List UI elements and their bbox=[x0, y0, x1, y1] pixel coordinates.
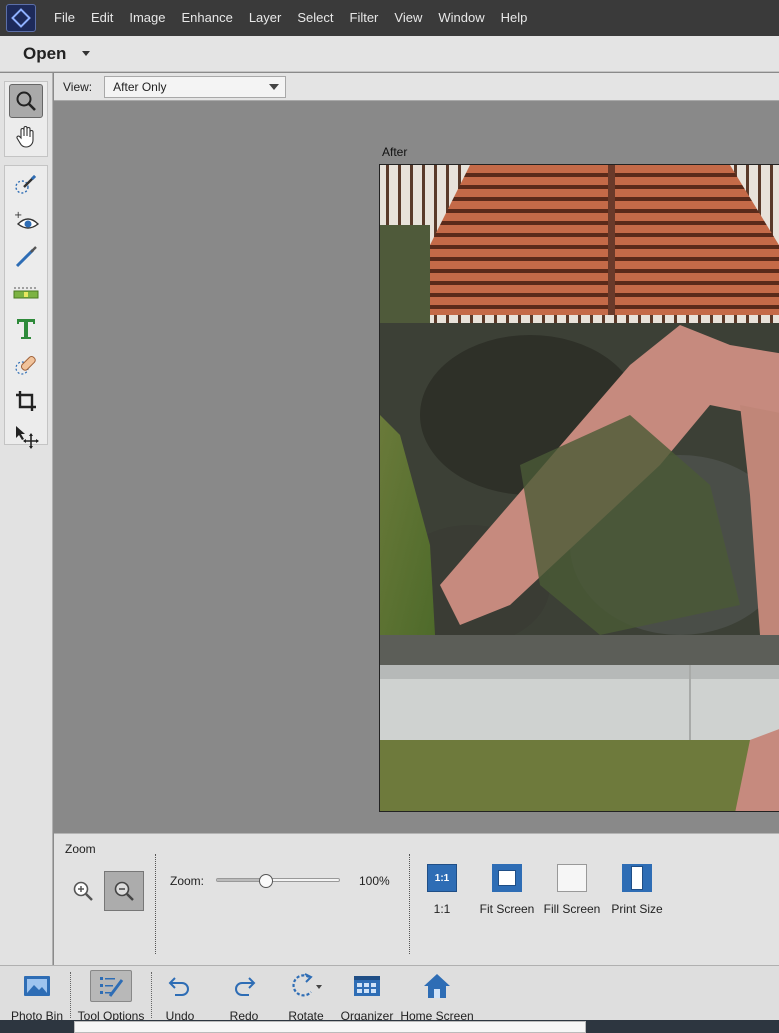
fill-screen-icon bbox=[557, 864, 587, 892]
fit-screen-label: Fit Screen bbox=[479, 902, 535, 916]
zoom-tool-icon[interactable] bbox=[9, 84, 43, 118]
zoom-out-button[interactable] bbox=[104, 871, 144, 911]
fit-screen-button[interactable]: Fit Screen bbox=[472, 864, 542, 916]
menu-help[interactable]: Help bbox=[493, 0, 536, 36]
divider bbox=[151, 972, 152, 1018]
view-select[interactable]: After Only bbox=[104, 75, 287, 98]
zoom-out-icon bbox=[114, 881, 134, 901]
zoom-slider-thumb[interactable] bbox=[258, 874, 273, 888]
rotate-button[interactable]: Rotate bbox=[282, 970, 330, 1023]
after-label: After bbox=[382, 145, 408, 159]
menu-filter[interactable]: Filter bbox=[342, 0, 387, 36]
panel-title: Zoom bbox=[65, 842, 96, 856]
view-label: View: bbox=[63, 79, 93, 94]
document-photo[interactable] bbox=[379, 164, 779, 812]
redo-icon bbox=[220, 970, 268, 1002]
home-screen-button[interactable]: Home Screen bbox=[400, 970, 474, 1023]
menu-file[interactable]: File bbox=[46, 0, 83, 36]
spot-healing-tool-icon[interactable] bbox=[9, 348, 43, 382]
photo-bin-button[interactable]: Photo Bin bbox=[6, 970, 68, 1023]
canvas-area: After bbox=[54, 102, 779, 833]
menu-image[interactable]: Image bbox=[121, 0, 173, 36]
photo-bin-icon bbox=[6, 970, 68, 1002]
straighten-tool-icon[interactable] bbox=[9, 276, 43, 310]
fill-screen-label: Fill Screen bbox=[543, 902, 601, 916]
menu-window[interactable]: Window bbox=[430, 0, 492, 36]
zoom-value: 100% bbox=[359, 874, 390, 888]
one-to-one-label: 1:1 bbox=[433, 902, 451, 916]
quick-selection-tool-icon[interactable] bbox=[9, 168, 43, 202]
tools-panel: + bbox=[0, 73, 53, 965]
mode-bar: Open bbox=[0, 36, 779, 72]
tool-options-panel: Zoom Zoom: 100% 1:1 1:1 Fit Screen Fill … bbox=[54, 833, 779, 965]
zoom-in-button[interactable] bbox=[63, 871, 103, 911]
open-menu-button[interactable]: Open bbox=[23, 44, 66, 64]
fit-screen-icon bbox=[492, 864, 522, 892]
svg-text:+: + bbox=[14, 210, 22, 221]
menu-enhance[interactable]: Enhance bbox=[174, 0, 241, 36]
status-field bbox=[74, 1021, 586, 1033]
zoom-in-icon bbox=[73, 881, 93, 901]
rotate-icon bbox=[282, 970, 330, 1002]
menu-view[interactable]: View bbox=[386, 0, 430, 36]
menu-bar: File Edit Image Enhance Layer Select Fil… bbox=[0, 0, 779, 36]
red-eye-tool-icon[interactable]: + bbox=[9, 204, 43, 238]
tool-options-icon bbox=[90, 970, 132, 1002]
hand-tool-icon[interactable] bbox=[9, 120, 43, 154]
print-size-label: Print Size bbox=[611, 902, 663, 916]
whiten-teeth-tool-icon[interactable] bbox=[9, 240, 43, 274]
view-bar: View: After Only bbox=[54, 73, 779, 101]
edit-tools-group: + bbox=[4, 165, 48, 449]
elements-logo-icon[interactable] bbox=[6, 4, 36, 32]
menu-layer[interactable]: Layer bbox=[241, 0, 290, 36]
chevron-down-icon bbox=[269, 83, 280, 90]
organizer-button[interactable]: Organizer bbox=[338, 970, 396, 1023]
print-size-button[interactable]: Print Size bbox=[602, 864, 672, 916]
fill-screen-button[interactable]: Fill Screen bbox=[537, 864, 607, 916]
type-tool-icon[interactable] bbox=[9, 312, 43, 346]
home-icon bbox=[400, 970, 474, 1002]
print-size-icon bbox=[622, 864, 652, 892]
view-select-value: After Only bbox=[113, 79, 167, 94]
menu-select[interactable]: Select bbox=[289, 0, 341, 36]
move-tool-icon[interactable] bbox=[9, 420, 43, 454]
zoom-label: Zoom: bbox=[170, 874, 205, 888]
bottom-taskbar: Photo Bin Tool Options Undo Redo Rotate … bbox=[0, 965, 779, 1023]
one-to-one-button[interactable]: 1:1 1:1 bbox=[407, 864, 477, 916]
divider bbox=[155, 854, 156, 954]
organizer-icon bbox=[338, 970, 396, 1002]
chevron-down-icon[interactable] bbox=[82, 51, 91, 56]
divider bbox=[70, 972, 71, 1018]
one-to-one-icon: 1:1 bbox=[427, 864, 457, 892]
menu-edit[interactable]: Edit bbox=[83, 0, 121, 36]
zoom-slider[interactable] bbox=[216, 874, 340, 888]
view-tools-group bbox=[4, 81, 48, 157]
crop-tool-icon[interactable] bbox=[9, 384, 43, 418]
redo-button[interactable]: Redo bbox=[220, 970, 268, 1023]
undo-icon bbox=[156, 970, 204, 1002]
undo-button[interactable]: Undo bbox=[156, 970, 204, 1023]
tool-options-button[interactable]: Tool Options bbox=[73, 970, 149, 1023]
